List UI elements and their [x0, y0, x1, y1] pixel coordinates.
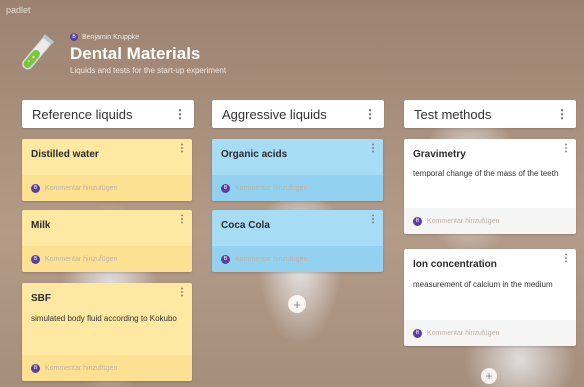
add-comment-label: Kommentar hinzufügen: [427, 217, 500, 225]
column-menu-icon[interactable]: ⋮: [364, 108, 376, 120]
column-title: Aggressive liquids: [222, 106, 327, 122]
add-comment[interactable]: B Kommentar hinzufügen: [22, 355, 192, 381]
card-milk[interactable]: Milk ⋮ B Kommentar hinzufügen: [22, 210, 192, 272]
add-comment[interactable]: B Kommentar hinzufügen: [404, 320, 576, 346]
column-header-test-methods: Test methods ⋮: [404, 100, 576, 128]
author-name: Benjamin Kruppke: [82, 33, 140, 41]
commenter-avatar: B: [31, 254, 40, 264]
add-comment[interactable]: B Kommentar hinzufügen: [22, 246, 192, 272]
column-title: Test methods: [414, 106, 492, 122]
card-body: measurement of calcium in the medium: [413, 280, 553, 289]
column-header-aggressive-liquids: Aggressive liquids ⋮: [212, 100, 384, 128]
card-body: simulated body fluid according to Kokubo: [31, 314, 177, 323]
commenter-avatar: B: [221, 254, 230, 264]
card-menu-icon[interactable]: ⋮: [561, 253, 571, 264]
card-sbf[interactable]: SBF ⋮ simulated body fluid according to …: [22, 283, 192, 381]
card-title: Milk: [31, 220, 51, 231]
add-comment[interactable]: B Kommentar hinzufügen: [212, 175, 383, 201]
add-post-button-methods[interactable]: +: [481, 368, 497, 384]
column-title: Reference liquids: [32, 106, 133, 122]
column-header-reference-liquids: Reference liquids ⋮: [22, 100, 194, 128]
card-ion-concentration[interactable]: Ion concentration ⋮ measurement of calci…: [404, 249, 576, 346]
card-title: Ion concentration: [413, 259, 497, 270]
commenter-avatar: B: [221, 183, 230, 193]
card-title: Gravimetry: [413, 149, 466, 160]
board-subtitle: Liquids and tests for the start-up exper…: [70, 66, 227, 75]
add-comment[interactable]: B Kommentar hinzufügen: [404, 208, 576, 234]
add-comment-label: Kommentar hinzufügen: [45, 255, 118, 263]
commenter-avatar: B: [413, 216, 422, 226]
card-title: Organic acids: [221, 149, 288, 160]
card-title: SBF: [31, 293, 51, 304]
card-gravimetry[interactable]: Gravimetry ⋮ temporal change of the mass…: [404, 139, 576, 234]
commenter-avatar: B: [413, 328, 422, 338]
card-menu-icon[interactable]: ⋮: [368, 143, 378, 154]
column-menu-icon[interactable]: ⋮: [174, 108, 186, 120]
column-menu-icon[interactable]: ⋮: [556, 108, 568, 120]
card-menu-icon[interactable]: ⋮: [177, 287, 187, 298]
card-menu-icon[interactable]: ⋮: [368, 214, 378, 225]
commenter-avatar: B: [31, 183, 40, 193]
add-comment-label: Kommentar hinzufügen: [45, 364, 118, 372]
test-tube-icon: [22, 34, 54, 70]
add-comment[interactable]: B Kommentar hinzufügen: [212, 246, 383, 272]
add-comment-label: Kommentar hinzufügen: [235, 255, 308, 263]
author-avatar: B: [70, 33, 78, 41]
card-title: Coca Cola: [221, 220, 270, 231]
card-menu-icon[interactable]: ⋮: [561, 143, 571, 154]
card-body: temporal change of the mass of the teeth: [413, 169, 559, 178]
card-organic-acids[interactable]: Organic acids ⋮ B Kommentar hinzufügen: [212, 139, 383, 201]
card-menu-icon[interactable]: ⋮: [177, 214, 187, 225]
add-comment[interactable]: B Kommentar hinzufügen: [22, 175, 192, 201]
card-title: Distilled water: [31, 149, 99, 160]
add-comment-label: Kommentar hinzufügen: [45, 184, 118, 192]
add-comment-label: Kommentar hinzufügen: [427, 329, 500, 337]
board-title: Dental Materials: [70, 44, 201, 63]
app-name[interactable]: padlet: [6, 5, 31, 15]
add-comment-label: Kommentar hinzufügen: [235, 184, 308, 192]
card-menu-icon[interactable]: ⋮: [177, 143, 187, 154]
card-coca-cola[interactable]: Coca Cola ⋮ B Kommentar hinzufügen: [212, 210, 383, 272]
card-distilled-water[interactable]: Distilled water ⋮ B Kommentar hinzufügen: [22, 139, 192, 201]
commenter-avatar: B: [31, 363, 40, 373]
add-post-button-aggressive[interactable]: +: [288, 295, 306, 313]
board-author[interactable]: B Benjamin Kruppke: [70, 33, 139, 41]
